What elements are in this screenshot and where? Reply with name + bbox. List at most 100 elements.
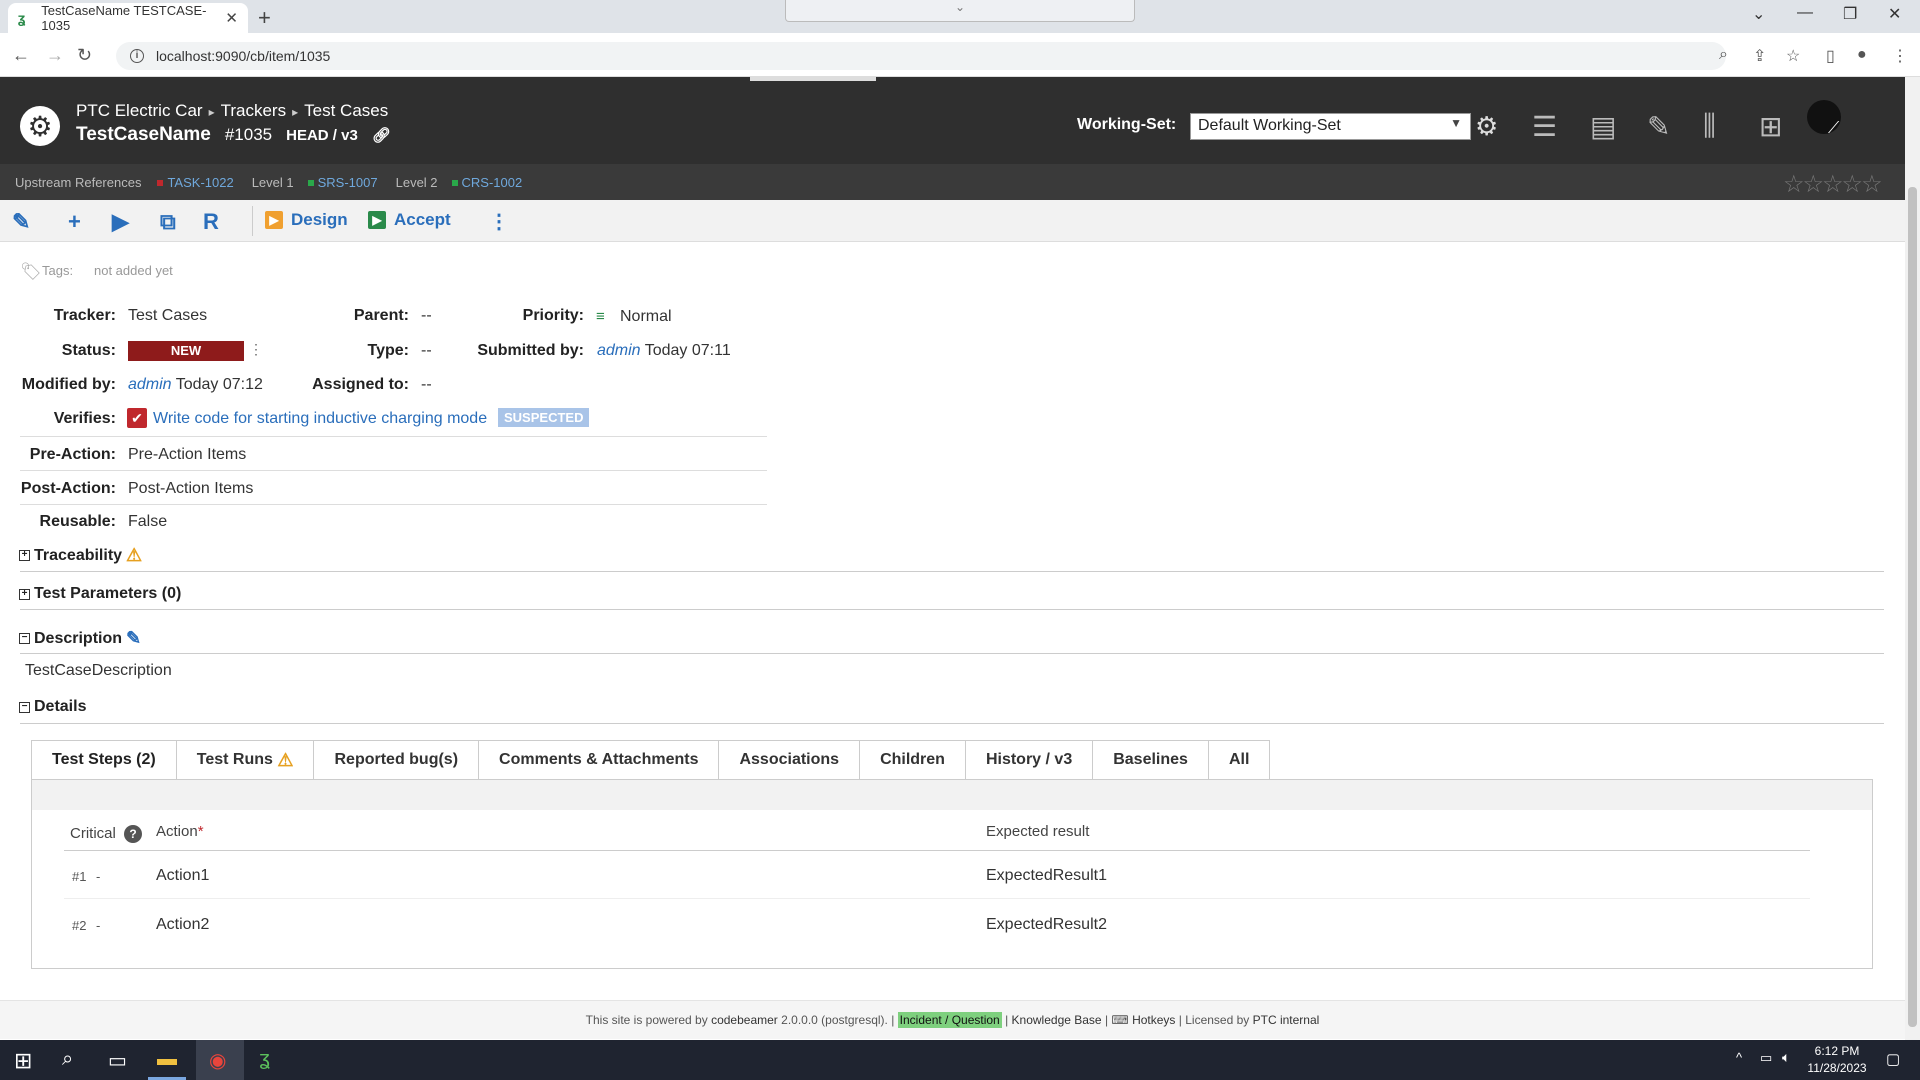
taskbar-clock[interactable]: 6:12 PM 11/28/2023	[1792, 1043, 1882, 1077]
table-row[interactable]	[64, 900, 1810, 948]
dashboard-icon[interactable]: ⊞	[1759, 110, 1782, 143]
edit-view-icon[interactable]: ✎	[1647, 110, 1670, 143]
status-badge[interactable]: NEW	[128, 341, 244, 361]
tab-label: Children	[880, 751, 945, 768]
design-button[interactable]: ▶ Design	[265, 210, 348, 230]
tab-test-runs[interactable]: Test Runs ⚠	[175, 740, 314, 780]
side-panel-icon[interactable]: ▯	[1826, 46, 1835, 66]
tab-search-icon[interactable]: ⌄	[1752, 4, 1765, 24]
breadcrumb: PTC Electric Car ▸ Trackers ▸ Test Cases	[76, 101, 388, 121]
warning-icon: ⚠	[277, 749, 294, 770]
verifies-label: Verifies:	[53, 410, 116, 427]
description-text: TestCaseDescription	[25, 662, 172, 679]
upstream-ref-crs[interactable]: CRS-1002	[451, 175, 522, 190]
tray-chevron-icon[interactable]: ^	[1736, 1050, 1742, 1065]
edit-description-icon[interactable]: ✎	[126, 628, 141, 649]
breadcrumb-tracker[interactable]: Test Cases	[304, 101, 388, 120]
address-input[interactable]: i localhost:9090/cb/item/1035	[116, 42, 1726, 70]
task-view-icon[interactable]: ▭	[108, 1048, 127, 1073]
close-window-icon[interactable]: ✕	[1888, 4, 1901, 24]
working-set-settings-icon[interactable]: ⚙	[1475, 111, 1498, 142]
list-view-icon[interactable]: ☰	[1532, 110, 1557, 143]
tab-associations[interactable]: Associations	[718, 740, 860, 780]
breadcrumb-project[interactable]: PTC Electric Car	[76, 101, 203, 120]
accept-button[interactable]: ▶ Accept	[368, 210, 451, 230]
bookmark-star-icon[interactable]: ☆	[1786, 46, 1800, 66]
profile-avatar-icon[interactable]: ●	[1857, 46, 1867, 64]
table-row[interactable]	[64, 851, 1810, 899]
taskbar-search-icon[interactable]: ⌕	[62, 1048, 73, 1071]
add-child-icon[interactable]: ▶	[112, 209, 129, 235]
codebeamer-app-icon[interactable]: ʓ	[259, 1048, 270, 1071]
detail-tabs: Test Steps (2) Test Runs ⚠ Reported bug(…	[31, 740, 1271, 780]
site-info-icon[interactable]: i	[130, 49, 144, 63]
details-section-header[interactable]: − Details	[19, 698, 86, 716]
step-dash: -	[96, 918, 101, 933]
item-version[interactable]: HEAD / v3	[286, 127, 358, 144]
forward-icon[interactable]: →	[46, 45, 64, 66]
tab-children[interactable]: Children	[859, 740, 965, 780]
tab-all[interactable]: All	[1207, 740, 1271, 780]
tab-comments-attachments[interactable]: Comments & Attachments	[478, 740, 719, 780]
tags-value[interactable]: not added yet	[94, 263, 173, 278]
menu-kebab-icon[interactable]: ⋮	[1892, 46, 1908, 66]
working-set-select[interactable]: Default Working-Set ▼	[1190, 113, 1471, 140]
tab-test-steps[interactable]: Test Steps (2)	[31, 740, 176, 780]
rating-stars-icon[interactable]: ☆☆☆☆☆	[1783, 170, 1883, 199]
test-parameters-section-header[interactable]: + Test Parameters (0)	[19, 585, 181, 603]
upstream-ref-task[interactable]: TASK-1022	[157, 175, 234, 190]
accept-icon: ▶	[368, 211, 386, 229]
step-number: #2	[72, 918, 87, 933]
test-view-icon[interactable]: ⫼	[1703, 110, 1716, 143]
knowledge-base-link[interactable]: Knowledge Base	[1012, 1013, 1102, 1027]
restore-icon[interactable]: ❐	[1843, 4, 1857, 24]
chevron-down-icon[interactable]: ⌄	[785, 0, 1135, 22]
suspected-badge[interactable]: SUSPECTED	[498, 408, 590, 427]
file-explorer-icon[interactable]: ▬	[157, 1048, 177, 1071]
network-icon[interactable]: ▭	[1760, 1050, 1772, 1066]
document-view-icon[interactable]: ▤	[1590, 110, 1616, 143]
page-scrollbar[interactable]	[1905, 77, 1920, 1040]
add-icon[interactable]: +	[68, 209, 81, 235]
windows-start-icon[interactable]: ⊞	[14, 1048, 32, 1074]
minimize-icon[interactable]: —	[1797, 4, 1813, 22]
status-label: Status:	[61, 342, 116, 359]
close-tab-icon[interactable]: ✕	[225, 9, 238, 27]
notifications-icon[interactable]: ▢	[1886, 1050, 1900, 1068]
submitted-by-label: Submitted by:	[477, 342, 584, 359]
help-icon[interactable]: ?	[124, 825, 142, 843]
reload-icon[interactable]: ↻	[77, 45, 92, 66]
tab-reported-bugs[interactable]: Reported bug(s)	[313, 740, 479, 780]
hotkeys-link[interactable]: Hotkeys	[1132, 1013, 1175, 1027]
description-section-header[interactable]: − Description ✎	[19, 628, 141, 649]
traceability-section-header[interactable]: + Traceability ⚠	[19, 545, 142, 566]
share-icon[interactable]: ⇪	[1753, 46, 1766, 66]
volume-icon[interactable]: 🔈︎	[1782, 1049, 1790, 1066]
browser-tab[interactable]: ʓ TestCaseName TESTCASE-1035 ✕	[8, 3, 248, 33]
upstream-ref-srs[interactable]: SRS-1007	[307, 175, 378, 190]
modified-by-user[interactable]: admin	[128, 376, 172, 393]
tab-label: Reported bug(s)	[334, 751, 459, 768]
scrollbar-thumb[interactable]	[1908, 187, 1917, 1027]
breadcrumb-trackers[interactable]: Trackers	[221, 101, 287, 120]
project-settings-icon[interactable]: ⚙	[20, 106, 60, 146]
submitted-by-user[interactable]: admin	[597, 342, 641, 359]
tab-baselines[interactable]: Baselines	[1092, 740, 1208, 780]
new-tab-icon[interactable]: +	[258, 5, 271, 31]
incident-question-link[interactable]: Incident / Question	[897, 1012, 1002, 1028]
windows-taskbar	[0, 1040, 1920, 1080]
more-actions-icon[interactable]: ⋮	[489, 209, 509, 234]
back-icon[interactable]: ←	[12, 45, 30, 66]
tab-history[interactable]: History / v3	[964, 740, 1093, 780]
permalink-icon[interactable]: 🔗︎	[372, 126, 391, 144]
verifies-link[interactable]: Write code for starting inductive chargi…	[153, 410, 487, 428]
tab-label: Comments & Attachments	[499, 751, 699, 768]
add-reference-icon[interactable]: R	[203, 209, 219, 235]
edit-icon[interactable]: ✎	[12, 209, 30, 235]
tab-label: Test Runs	[196, 751, 273, 768]
search-icon[interactable]: ⟋	[1828, 120, 1839, 138]
action-header-label: Action	[156, 823, 198, 840]
copy-item-icon[interactable]: ⧉	[160, 209, 176, 235]
zoom-icon[interactable]: ⌕	[1719, 46, 1728, 64]
status-menu-icon[interactable]: ⋮	[249, 341, 263, 358]
